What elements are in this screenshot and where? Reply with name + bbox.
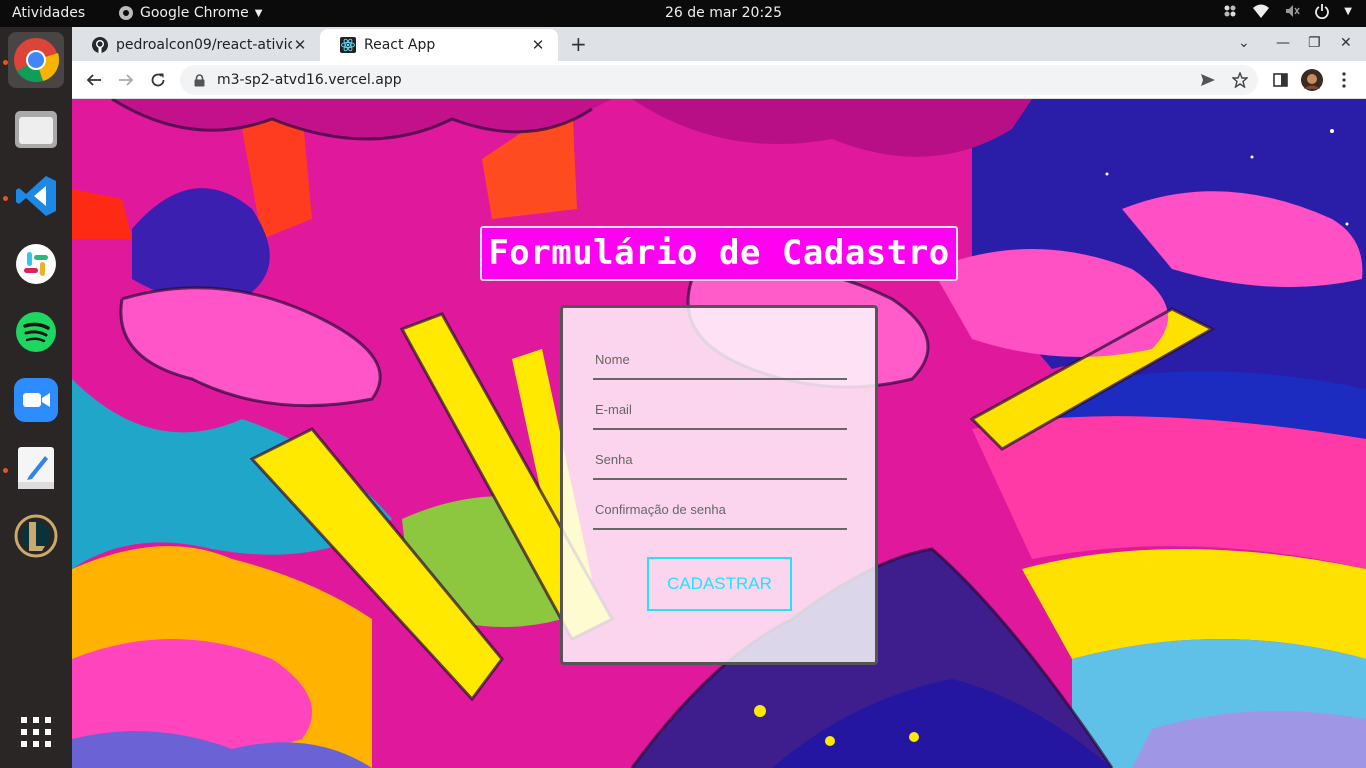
show-apps-icon <box>21 717 51 747</box>
chrome-window: pedroalcon09/react-ativic ✕ React App ✕ … <box>72 27 1366 768</box>
vscode-icon <box>16 176 56 216</box>
tab-strip: pedroalcon09/react-ativic ✕ React App ✕ … <box>72 27 1366 61</box>
side-panel-icon <box>1272 73 1288 87</box>
system-tray[interactable]: ▼ <box>1222 3 1352 19</box>
chrome-icon <box>14 38 59 83</box>
back-button[interactable] <box>84 70 104 90</box>
dock-slack[interactable] <box>8 236 64 292</box>
menu-button[interactable] <box>1334 70 1354 90</box>
minimize-icon[interactable]: — <box>1276 35 1290 51</box>
browser-toolbar: m3-sp2-atvd16.vercel.app <box>72 61 1366 99</box>
register-button[interactable]: CADASTRAR <box>647 557 792 611</box>
new-tab-button[interactable]: + <box>570 34 587 54</box>
email-field-container <box>593 390 847 430</box>
profile-avatar[interactable] <box>1300 68 1324 92</box>
dock <box>0 27 72 768</box>
confirm-password-field-container <box>593 490 847 530</box>
side-panel-button[interactable] <box>1270 70 1290 90</box>
files-icon <box>15 111 57 148</box>
league-of-legends-icon <box>14 514 58 558</box>
tab-github[interactable]: pedroalcon09/react-ativic ✕ <box>72 29 320 61</box>
clock[interactable]: 26 de mar 20:25 <box>665 5 782 21</box>
lock-icon[interactable] <box>194 73 205 87</box>
volume-icon[interactable] <box>1284 3 1300 19</box>
close-window-icon[interactable]: ✕ <box>1340 35 1352 51</box>
show-applications-button[interactable] <box>8 704 64 760</box>
dock-vscode[interactable] <box>8 168 64 224</box>
spotify-icon <box>16 312 56 352</box>
slack-icon <box>16 244 56 284</box>
page-title: Formulário de Cadastro <box>480 226 958 281</box>
tab-title: React App <box>364 37 436 53</box>
tab-react-app[interactable]: React App ✕ <box>320 29 558 61</box>
close-icon[interactable]: ✕ <box>530 36 546 54</box>
password-input[interactable] <box>593 440 847 478</box>
chrome-small-icon <box>119 6 133 20</box>
chevron-down-icon[interactable]: ▼ <box>1344 6 1352 17</box>
send-icon <box>1201 74 1215 86</box>
github-icon <box>92 37 108 53</box>
zoom-icon <box>14 378 58 422</box>
name-input[interactable] <box>593 340 847 378</box>
dock-chrome[interactable] <box>8 32 64 88</box>
star-icon <box>1232 72 1248 88</box>
tab-search-icon[interactable]: ⌄ <box>1238 35 1250 51</box>
dock-files[interactable] <box>8 100 64 156</box>
kebab-menu-icon <box>1342 72 1346 88</box>
app-menu-label: Google Chrome <box>140 5 249 21</box>
avatar <box>1301 69 1323 91</box>
tab-title: pedroalcon09/react-ativic <box>116 37 292 53</box>
wifi-icon[interactable] <box>1252 3 1270 19</box>
dock-zoom[interactable] <box>8 372 64 428</box>
restore-icon[interactable]: ❐ <box>1308 35 1321 51</box>
back-arrow-icon <box>86 74 101 86</box>
bookmark-button[interactable] <box>1230 70 1250 90</box>
react-icon <box>340 37 356 53</box>
dock-spotify[interactable] <box>8 304 64 360</box>
dock-league-of-legends[interactable] <box>8 508 64 564</box>
reload-icon <box>151 73 165 87</box>
registration-form: CADASTRAR <box>560 305 878 665</box>
password-field-container <box>593 440 847 480</box>
close-icon[interactable]: ✕ <box>292 36 308 54</box>
text-editor-icon <box>18 447 54 489</box>
gnome-top-bar: Atividades Google Chrome ▼ 26 de mar 20:… <box>0 0 1366 27</box>
confirm-password-input[interactable] <box>593 490 847 528</box>
email-input[interactable] <box>593 390 847 428</box>
url-text[interactable]: m3-sp2-atvd16.vercel.app <box>217 72 402 88</box>
forward-button[interactable] <box>116 70 136 90</box>
power-icon[interactable] <box>1314 3 1330 19</box>
page-viewport: Formulário de Cadastro CADASTRAR <box>72 99 1366 768</box>
app-menu[interactable]: Google Chrome ▼ <box>118 5 262 21</box>
name-field-container <box>593 340 847 380</box>
activities-button[interactable]: Atividades <box>12 5 85 21</box>
address-bar[interactable]: m3-sp2-atvd16.vercel.app <box>180 65 1258 95</box>
slack-tray-icon[interactable] <box>1222 3 1238 19</box>
share-button[interactable] <box>1198 70 1218 90</box>
forward-arrow-icon <box>119 74 134 86</box>
dock-text-editor[interactable] <box>8 440 64 496</box>
chevron-down-icon: ▼ <box>254 7 263 19</box>
reload-button[interactable] <box>148 70 168 90</box>
